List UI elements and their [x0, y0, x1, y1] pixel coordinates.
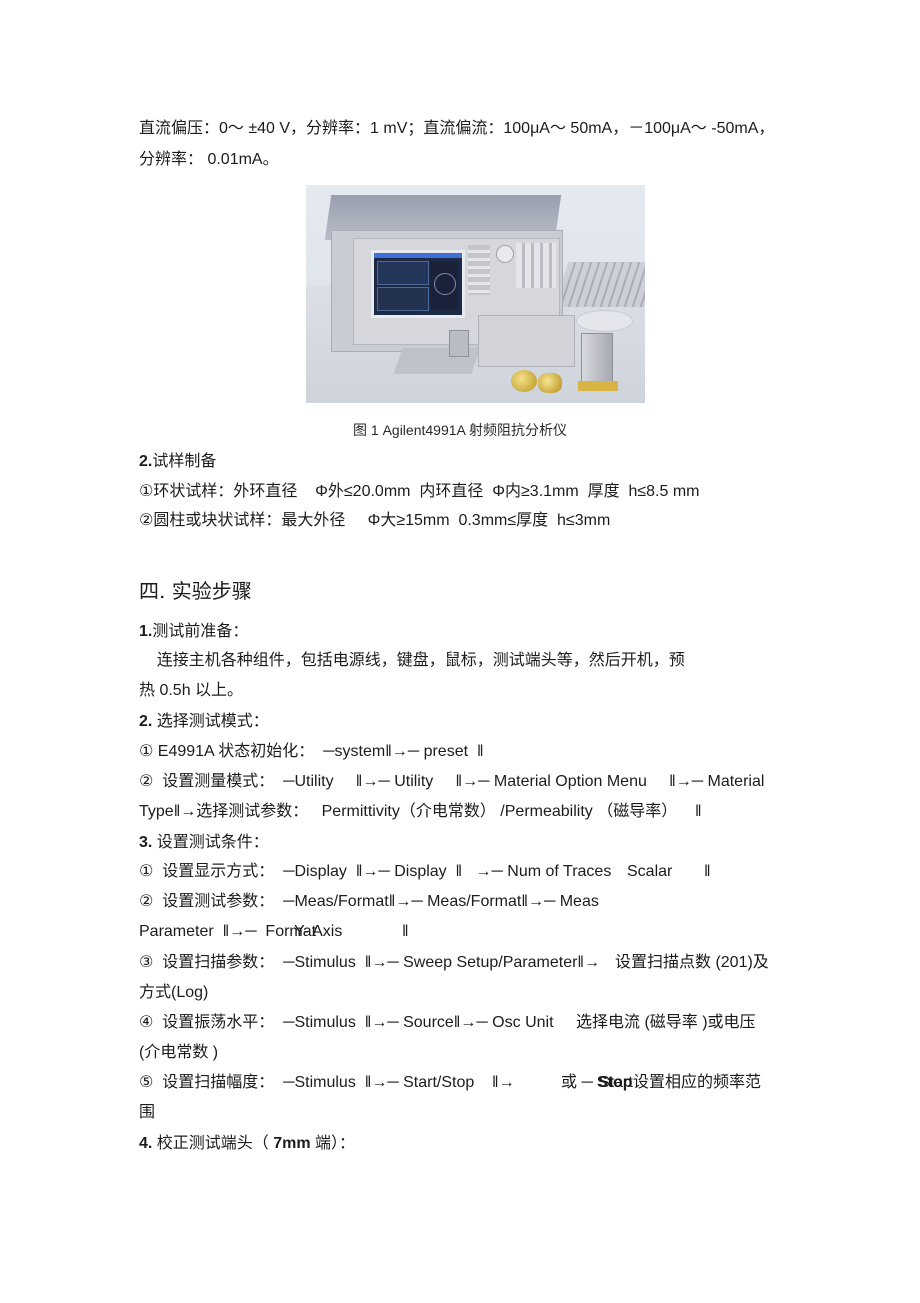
intro-line-1: 直流偏压：0～ ±40 V，分辨率：1 mV；直流偏流：100μA～ 50mA，…: [139, 120, 775, 137]
test-fixture-base: [478, 315, 575, 367]
step3-item-4b: (介电常数 ): [139, 1044, 219, 1061]
intro-line-2: 分辨率： 0.01mA。: [139, 151, 279, 168]
step3-item-5-overlap-b2: Start: [599, 1074, 633, 1091]
section-number: 2.: [139, 453, 153, 470]
figure-caption: 图 1 Agilent4991A 射频阻抗分析仪: [353, 422, 567, 438]
step3-item-4: ④ 设置振荡水平： ─Stimulus ‖→─ Source‖→─ Osc Un…: [139, 1014, 554, 1031]
keyboard-image: [553, 262, 645, 307]
step2-item-2: ② 设置测量模式： ─Utility ‖→─ Utility ‖→─ Mater…: [139, 773, 765, 790]
step-title-end: 端）：: [310, 1135, 356, 1152]
step3-item-5-overlap-a: 或 ─: [561, 1074, 593, 1091]
step3-title: 3. 设置测试条件：: [139, 833, 269, 853]
step3-item-3-overlap: 设置扫描点数 (201)及: [615, 954, 769, 971]
step2-item-2b: Type‖→选择测试参数： Permittivity（介电常数） /Permea…: [139, 803, 702, 820]
step2-title: 2. 选择测试模式：: [139, 712, 269, 732]
step3-item-3b: 方式(Log): [139, 984, 209, 1001]
step-number: 3.: [139, 834, 153, 851]
step-title: 设置测试条件：: [152, 834, 269, 851]
step3-item-2: ② 设置测试参数： ─Meas/Format‖→─ Meas/Format‖→─…: [139, 893, 599, 910]
step-number: 1.: [139, 623, 153, 640]
step3-item-5b: 围: [139, 1104, 156, 1121]
step3-item-5-overlap-c: 设置相应的频率范: [633, 1074, 762, 1091]
step3-item-2b-end: ‖: [402, 923, 409, 940]
step3-item-1: ① 设置显示方式： ─Display ‖→─ Display ‖ →─ Num …: [139, 863, 612, 880]
prep-item-cylinder: ②圆柱或块状试样：最大外径 Φ大≥15mm 0.3mm≤厚度 h≤3mm: [139, 512, 611, 529]
section-sample-prep-title: 2.试样制备: [139, 452, 216, 472]
step4-title: 4. 校正测试端头（ 7mm 端）：: [139, 1134, 355, 1154]
rotary-knob: [496, 245, 514, 263]
mouse-image: [576, 310, 633, 332]
step-number: 2.: [139, 713, 153, 730]
section-title: 试样制备: [152, 453, 217, 470]
step1-title: 1.测试前准备：: [139, 622, 248, 642]
step1-text-2: 热 0.5h 以上。: [139, 682, 244, 699]
analyzer-screen: [371, 250, 465, 318]
sample-holder-base: [578, 381, 618, 391]
step-title: 校正测试端头（: [152, 1135, 274, 1152]
step1-text-1: 连接主机各种组件，包括电源线，键盘，鼠标，测试端头等，然后开机，预: [139, 652, 685, 669]
step3-item-1-end: ‖: [704, 863, 711, 880]
sample-holder: [581, 333, 613, 385]
step-title: 测试前准备：: [152, 623, 249, 640]
step3-item-5: ⑤ 设置扫描幅度： ─Stimulus ‖→─ Start/Stop ‖→: [139, 1074, 515, 1091]
step3-item-2b: Parameter ‖→─ Format: [139, 923, 317, 940]
softkeys: [468, 245, 490, 295]
instrument-photo: [306, 185, 645, 403]
test-fixture-cylinder: [449, 330, 469, 357]
step3-item-1-overlap: Scalar: [627, 863, 673, 880]
step2-item-1: ① E4991A 状态初始化： ─system‖→─ preset ‖: [139, 743, 484, 760]
step-title: 选择测试模式：: [152, 713, 269, 730]
step-title-bold: 7mm: [273, 1135, 311, 1152]
step-number: 4.: [139, 1135, 153, 1152]
prep-item-ring: ①环状试样：外环直径 Φ外≤20.0mm 内环直径 Φ内≥3.1mm 厚度 h≤…: [139, 483, 700, 500]
step3-item-3: ③ 设置扫描参数： ─Stimulus ‖→─ Sweep Setup/Para…: [139, 954, 601, 971]
gold-connector-2: [538, 373, 562, 393]
step3-item-4-overlap: 选择电流 (磁导率 )或电压: [576, 1014, 756, 1031]
section-heading-steps: 四. 实验步骤: [139, 579, 252, 603]
step3-item-2b-overlap: Y- Axis: [294, 923, 343, 940]
smith-chart-icon: [434, 273, 456, 295]
keypad: [516, 243, 556, 288]
gold-connector-1: [511, 370, 537, 392]
